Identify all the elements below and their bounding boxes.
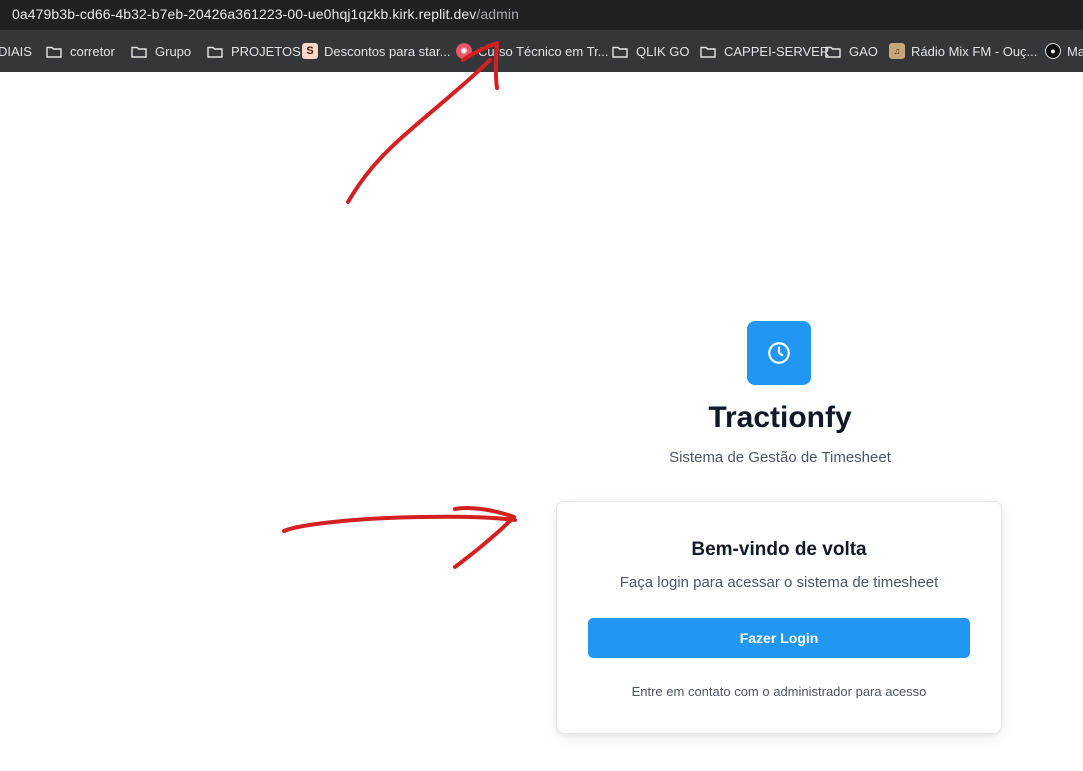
clock-icon [768, 342, 790, 364]
folder-icon [825, 46, 841, 58]
bookmark-ma[interactable]: ● Ma [1045, 30, 1083, 72]
bookmark-descontos[interactable]: S Descontos para star... [302, 30, 450, 72]
login-button[interactable]: Fazer Login [588, 618, 970, 658]
login-card: Bem-vindo de volta Faça login para acess… [556, 501, 1002, 734]
bookmark-label: Ma [1067, 43, 1083, 59]
red-arrow-to-card [282, 514, 517, 533]
url-text[interactable]: 0a479b3b-cd66-4b32-b7eb-20426a361223-00-… [12, 6, 519, 22]
contact-admin-note: Entre em contato com o administrador par… [631, 684, 927, 699]
dark-round-favicon-icon: ● [1045, 43, 1061, 59]
folder-icon [46, 46, 62, 58]
bookmark-label: PROJETOS [231, 43, 301, 59]
bookmark-label: Grupo [155, 43, 192, 59]
app-tagline: Sistema de Gestão de Timesheet [669, 449, 891, 466]
card-subtitle: Faça login para acessar o sistema de tim… [619, 574, 939, 591]
app-logo [747, 321, 811, 385]
folder-icon [700, 46, 716, 58]
bookmark-label: Rádio Mix FM - Ouç... [911, 43, 1038, 59]
bookmark-folder-qlik-go[interactable]: QLIK GO [612, 30, 689, 72]
bookmark-label: CAPPEI-SERVER [724, 43, 830, 59]
bookmark-folder-grupo[interactable]: Grupo [131, 30, 191, 72]
address-bar[interactable]: 0a479b3b-cd66-4b32-b7eb-20426a361223-00-… [0, 0, 1083, 30]
red-arrowhead-card [453, 506, 516, 569]
bookmark-label: QLIK GO [636, 43, 690, 59]
folder-icon [612, 46, 628, 58]
bookmark-label: Curso Técnico em Tr... [478, 43, 609, 59]
folder-icon [207, 46, 223, 58]
card-title: Bem-vindo de volta [691, 539, 867, 560]
bookmark-folder-projetos[interactable]: PROJETOS [207, 30, 301, 72]
bookmark-label: GAO [849, 43, 878, 59]
bookmarks-bar: DIAIS corretor Grupo PROJETOS S Desconto… [0, 30, 1083, 72]
app-name: Tractionfy [708, 401, 852, 434]
radio-favicon-icon: ♫ [889, 43, 905, 59]
s-favicon-icon: S [302, 43, 318, 59]
red-round-favicon-icon: ✺ [456, 43, 472, 59]
bookmark-folder-gao[interactable]: GAO [825, 30, 878, 72]
folder-icon [131, 46, 147, 58]
bookmark-diais[interactable]: DIAIS [0, 30, 32, 72]
bookmark-curso-tecnico[interactable]: ✺ Curso Técnico em Tr... [456, 30, 609, 72]
url-path: /admin [476, 6, 519, 22]
bookmark-label: DIAIS [0, 43, 32, 59]
url-host: 0a479b3b-cd66-4b32-b7eb-20426a361223-00-… [12, 6, 477, 22]
bookmark-label: Descontos para star... [324, 43, 451, 59]
bookmark-folder-corretor[interactable]: corretor [46, 30, 115, 72]
bookmark-folder-cappei-server[interactable]: CAPPEI-SERVER [700, 30, 829, 72]
red-arrow-to-url [346, 58, 492, 204]
bookmark-label: corretor [70, 43, 115, 59]
bookmark-radio-mix[interactable]: ♫ Rádio Mix FM - Ouç... [889, 30, 1037, 72]
